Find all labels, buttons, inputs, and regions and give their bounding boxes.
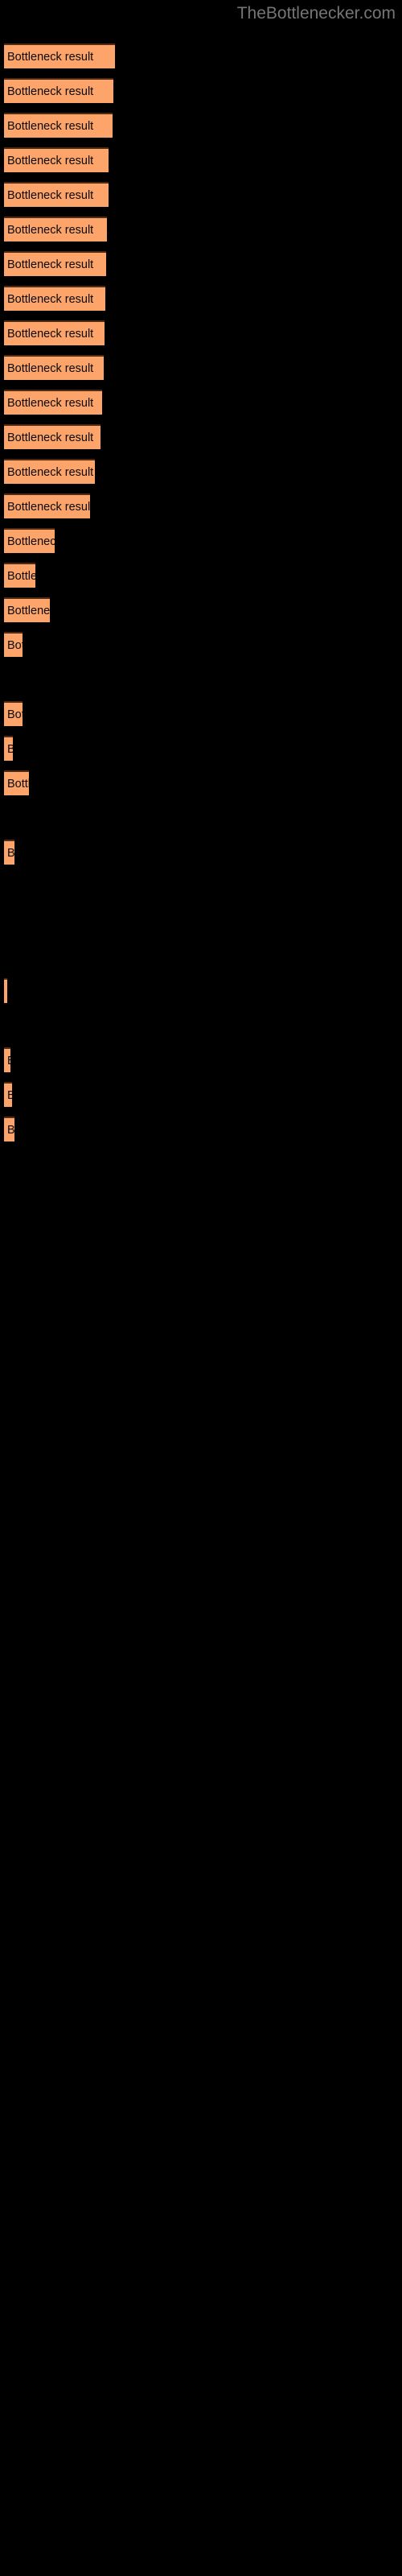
bar-label: Bottleneck result <box>7 154 94 167</box>
bar-label: Bottleneck result <box>7 327 94 341</box>
bar-label: Bottleneck result <box>7 465 94 479</box>
bar-3: Bottleneck result <box>4 113 113 138</box>
bar-25: Bottleneck result <box>4 1082 12 1107</box>
bar-21: Bottleneck result <box>4 770 29 795</box>
bar-label: Bottleneck result <box>7 777 29 791</box>
bar-label: Bottleneck result <box>7 188 94 202</box>
bar-label: Bottleneck result <box>7 604 50 617</box>
bar-label: Bottleneck result <box>7 500 90 514</box>
bar-22: Bottleneck result <box>4 840 14 865</box>
bar-26: Bottleneck result <box>4 1117 14 1141</box>
bar-7: Bottleneck result <box>4 251 106 276</box>
bar-20: Bottleneck result <box>4 736 13 761</box>
bar-label: Bottleneck result <box>7 292 94 306</box>
bar-label: Bottleneck result <box>7 361 94 375</box>
bar-4: Bottleneck result <box>4 147 109 172</box>
bar-18: Bottleneck result <box>4 632 23 657</box>
bar-label: Bottleneck result <box>7 535 55 548</box>
bar-1: Bottleneck result <box>4 43 115 68</box>
bar-label: Bottleneck result <box>7 396 94 410</box>
bar-label: Bottleneck result <box>7 638 23 652</box>
bar-10: Bottleneck result <box>4 355 104 380</box>
bar-label: Bottleneck result <box>7 846 14 860</box>
bar-label: Bottleneck result <box>7 50 94 64</box>
bar-9: Bottleneck result <box>4 320 105 345</box>
bar-17: Bottleneck result <box>4 597 50 622</box>
bar-14: Bottleneck result <box>4 493 90 518</box>
bar-24: Bottleneck result <box>4 1047 10 1072</box>
bar-label: Bottleneck result <box>7 431 94 444</box>
chart-plot-area: Bottleneck result Bottleneck result Bottle… <box>0 0 402 2576</box>
bar-2: Bottleneck result <box>4 78 113 103</box>
bar-label: Bottleneck result <box>7 1089 12 1102</box>
bar-12: Bottleneck result <box>4 424 100 449</box>
bottleneck-bar-chart: TheBottlenecker.com Bottleneck result Bot… <box>0 0 402 2576</box>
bar-23: Bottleneck result <box>4 978 7 1003</box>
bar-label: Bottleneck result <box>7 119 94 133</box>
bar-label: Bottleneck result <box>7 85 94 98</box>
bar-5: Bottleneck result <box>4 182 109 207</box>
bar-8: Bottleneck result <box>4 286 105 311</box>
bar-16: Bottleneck result <box>4 563 35 588</box>
bar-label: Bottleneck result <box>7 223 94 237</box>
bar-15: Bottleneck result <box>4 528 55 553</box>
bar-label: Bottleneck result <box>7 1123 14 1137</box>
bar-label: Bottleneck result <box>7 743 13 756</box>
bar-13: Bottleneck result <box>4 459 95 484</box>
bar-19: Bottleneck result <box>4 701 23 726</box>
bar-label: Bottleneck result <box>7 569 35 583</box>
bar-11: Bottleneck result <box>4 390 102 415</box>
bar-label: Bottleneck result <box>7 258 94 271</box>
bar-label: Bottleneck result <box>7 1055 10 1067</box>
bar-label: Bottleneck result <box>7 708 23 721</box>
bar-6: Bottleneck result <box>4 217 107 242</box>
